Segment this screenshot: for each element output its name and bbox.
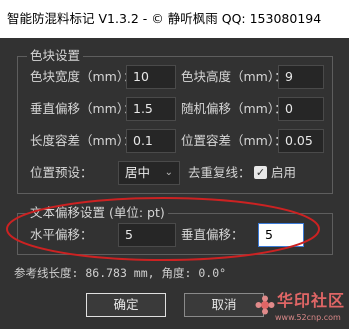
text-offset-group-title: 文本偏移设置 (单位: pt) (27, 205, 168, 221)
position-preset-select[interactable]: 居中 ⌄ (118, 161, 180, 185)
length-tolerance-label: 长度容差（mm）： (30, 133, 136, 148)
block-height-input[interactable]: 9 (278, 65, 324, 89)
dedup-checkbox[interactable]: ✓ (254, 166, 267, 179)
position-tolerance-input[interactable]: 0.05 (278, 129, 324, 153)
position-preset-value: 居中 (125, 165, 151, 180)
random-offset-input[interactable]: 0 (278, 97, 324, 121)
horizontal-offset-input[interactable]: 5 (118, 223, 176, 247)
cancel-button[interactable]: 取消 (184, 293, 264, 317)
ok-button[interactable]: 确定 (86, 293, 166, 317)
block-width-input[interactable]: 10 (126, 65, 176, 89)
chevron-down-icon: ⌄ (164, 167, 173, 178)
random-offset-label: 随机偏移（mm）： (181, 101, 287, 116)
block-width-label: 色块宽度（mm）： (30, 69, 136, 84)
checkmark-icon: ✓ (255, 166, 266, 179)
dialog-window: 智能防混料标记 V1.3.2 - © 静听枫雨 QQ: 153080194 色块… (0, 0, 349, 329)
position-tolerance-label: 位置容差（mm）： (181, 133, 287, 148)
vertical-text-offset-input[interactable]: 5 (258, 223, 304, 247)
title-bar: 智能防混料标记 V1.3.2 - © 静听枫雨 QQ: 153080194 (0, 0, 349, 38)
dedup-checkbox-label[interactable]: 启用 (271, 161, 296, 185)
color-block-group-title: 色块设置 (27, 48, 84, 64)
flower-logo-icon (255, 295, 275, 315)
horizontal-offset-label: 水平偏移： (30, 227, 93, 242)
vertical-offset-input[interactable]: 1.5 (126, 97, 176, 121)
reference-line-info: 参考线长度: 86.783 mm, 角度: 0.0° (14, 266, 227, 280)
position-preset-label: 位置预设： (30, 165, 93, 180)
window-title: 智能防混料标记 V1.3.2 - © 静听枫雨 QQ: 153080194 (7, 11, 322, 26)
watermark: 华印社区 www.52cnp.com (255, 291, 347, 327)
watermark-url: www.52cnp.com (275, 313, 341, 322)
length-tolerance-input[interactable]: 0.1 (126, 129, 176, 153)
vertical-offset-label: 垂直偏移（mm）： (30, 101, 136, 116)
dedup-label: 去重复线： (188, 165, 251, 180)
vertical-text-offset-label: 垂直偏移： (181, 227, 244, 242)
watermark-text: 华印社区 (277, 291, 346, 310)
block-height-label: 色块高度（mm）： (181, 69, 287, 84)
